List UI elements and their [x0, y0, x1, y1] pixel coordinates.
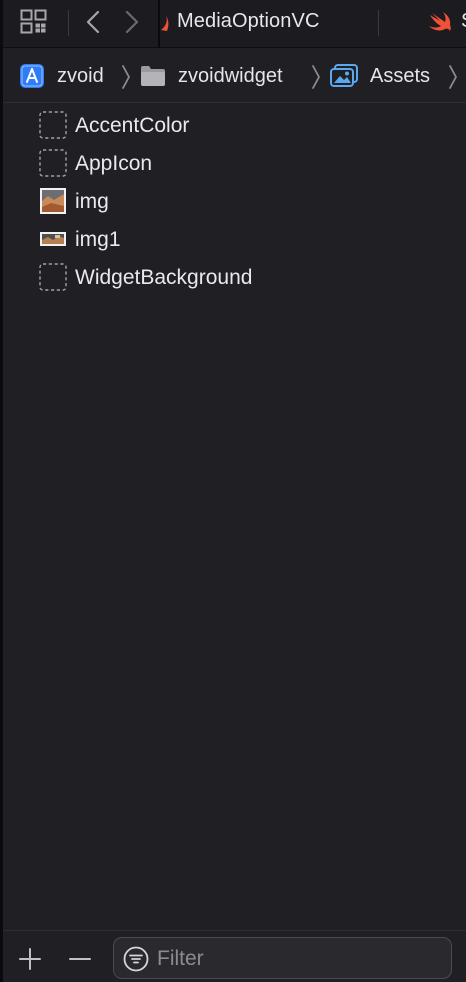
asset-catalog-icon	[330, 64, 358, 87]
list-item[interactable]: img	[3, 182, 466, 220]
add-icon[interactable]	[18, 947, 42, 971]
app-icon-placeholder-icon	[39, 149, 67, 177]
grid-icon[interactable]	[20, 9, 48, 35]
breadcrumb-item-project[interactable]: zvoid	[19, 49, 104, 103]
filter-icon	[123, 946, 149, 972]
breadcrumb-label: zvoid	[57, 64, 104, 87]
chevron-right-icon	[312, 65, 320, 89]
filter-input[interactable]	[157, 945, 437, 973]
chevron-right-icon	[122, 65, 130, 89]
breadcrumb-item-folder[interactable]: zvoidwidget	[140, 49, 283, 103]
asset-catalog-navigator: MediaOptionVC S zvoid zvoidwidget	[0, 0, 466, 982]
remove-icon[interactable]	[68, 947, 92, 971]
asset-name: img1	[75, 228, 121, 251]
tab-title[interactable]: MediaOptionVC	[177, 10, 319, 33]
editor-tab-bar: MediaOptionVC S	[3, 0, 466, 48]
color-set-placeholder-icon	[39, 111, 67, 139]
breadcrumb-label: zvoidwidget	[178, 64, 283, 87]
app-project-icon	[20, 64, 44, 88]
asset-name: AccentColor	[75, 114, 190, 137]
list-item[interactable]: WidgetBackground	[3, 258, 466, 296]
chevron-right-icon	[449, 65, 457, 89]
chevron-left-icon[interactable]	[83, 10, 105, 34]
asset-name: img	[75, 190, 109, 213]
next-tab-title[interactable]: S	[461, 10, 466, 33]
filter-field[interactable]	[113, 937, 452, 979]
image-thumbnail-icon	[40, 188, 66, 214]
tab-separator	[378, 10, 379, 36]
breadcrumb-item-assets[interactable]: Assets	[330, 49, 430, 103]
chevron-right-icon[interactable]	[121, 10, 143, 34]
swift-icon	[161, 16, 169, 31]
swift-icon[interactable]	[428, 11, 452, 33]
list-item[interactable]: img1	[3, 220, 466, 258]
asset-name: AppIcon	[75, 152, 153, 175]
breadcrumb-label: Assets	[370, 64, 431, 87]
image-thumbnail-icon	[40, 232, 66, 246]
list-item[interactable]: AccentColor	[3, 106, 466, 144]
navigator-bottom-bar	[3, 930, 466, 982]
folder-icon	[141, 66, 165, 86]
color-set-placeholder-icon	[39, 263, 67, 291]
toolbar-separator	[68, 10, 69, 36]
breadcrumb: zvoid zvoidwidget Assets	[3, 49, 466, 103]
asset-name: WidgetBackground	[75, 266, 253, 289]
list-item[interactable]: AppIcon	[3, 144, 466, 182]
